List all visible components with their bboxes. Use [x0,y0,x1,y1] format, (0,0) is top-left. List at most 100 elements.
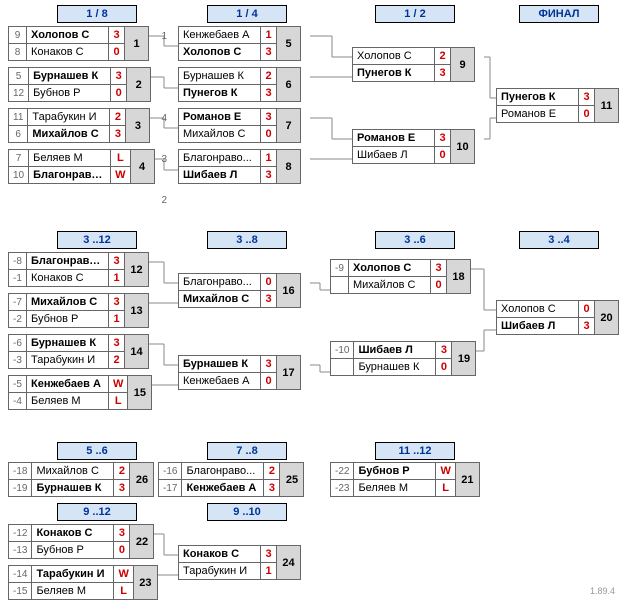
player-score: 2 [114,463,130,480]
player-name: Конаков С [27,270,109,287]
player-score: 3 [111,68,127,85]
match-10[interactable]: Романов Е310Шибаев Л0 [352,129,475,164]
player-name: Бурнашев К [179,356,261,373]
player-score: 0 [261,126,277,143]
player-score: 0 [109,44,125,61]
player-name: Бубнов Р [32,542,114,559]
player-name: Романов Е [497,106,579,123]
seed-cell: -10 [331,342,354,359]
match-number: 17 [277,356,301,390]
match-4[interactable]: 7Беляев МL410Благонраво...W [8,149,155,184]
match-20[interactable]: Холопов С020Шибаев Л3 [496,300,619,335]
match-number: 22 [130,525,154,559]
match-25[interactable]: -16Благонраво...225-17Кенжебаев А3 [158,462,304,497]
match-23[interactable]: -14Тарабукин ИW23-15Беляев МL [8,565,158,600]
player-name: Михайлов С [28,126,110,143]
player-score: 1 [109,311,125,328]
player-score: 3 [261,356,277,373]
match-number: 12 [125,253,149,287]
seed-cell: -9 [331,260,349,277]
player-score: 2 [435,48,451,65]
match-5[interactable]: Кенжебаев А15Холопов С3 [178,26,301,61]
seed-cell: 6 [9,126,28,143]
seed-cell: -3 [9,352,27,369]
match-22[interactable]: -12Конаков С322-13Бубнов Р0 [8,524,154,559]
seed-cell: -2 [9,311,27,328]
seed-cell: -4 [9,393,27,410]
player-name: Благонраво... [179,274,261,291]
player-name: Кенжебаев А [179,27,261,44]
seed-cell: -18 [9,463,32,480]
stage-label-s36: 3 ..6 [375,231,455,249]
player-name: Беляев М [27,393,109,410]
match-8[interactable]: Благонраво...18Шибаев Л3 [178,149,301,184]
player-name: Холопов С [497,301,579,318]
player-score: 3 [110,126,126,143]
match-24[interactable]: Конаков С324Тарабукин И1 [178,545,301,580]
player-score: 3 [264,480,280,497]
player-score: 2 [264,463,280,480]
match-21[interactable]: -22Бубнов РW21-23Беляев МL [330,462,480,497]
player-name: Благонраво... [179,150,261,167]
player-name: Холопов С [179,44,261,61]
player-score: 2 [110,109,126,126]
player-name: Холопов С [349,260,431,277]
player-name: Михайлов С [179,126,261,143]
player-score: 1 [109,270,125,287]
match-11[interactable]: Пунегов К311Романов Е0 [496,88,619,123]
player-score: 2 [261,68,277,85]
player-score: 0 [261,373,277,390]
player-score: 3 [436,342,452,359]
seed-cell: -8 [9,253,27,270]
match-number: 7 [277,109,301,143]
player-name: Романов Е [353,130,435,147]
match-6[interactable]: Бурнашев К26Пунегов К3 [178,67,301,102]
match-1[interactable]: 9Холопов С318Конаков С0 [8,26,149,61]
player-score: L [111,150,130,167]
seed-cell: -7 [9,294,27,311]
player-name: Шибаев Л [354,342,436,359]
player-name: Тарабукин И [27,352,109,369]
player-name: Холопов С [353,48,435,65]
seed-cell: 10 [9,167,29,184]
player-score: 3 [109,294,125,311]
player-score: 0 [579,301,595,318]
match-15[interactable]: -5Кенжебаев АW15-4Беляев МL [8,375,152,410]
seed-marker: 1 [151,31,167,42]
player-name: Кенжебаев А [27,376,109,393]
match-3[interactable]: 11Тарабукин И236Михайлов С3 [8,108,150,143]
seed-cell: -14 [9,566,32,583]
match-18[interactable]: -9Холопов С318Михайлов С0 [330,259,471,294]
player-name: Холопов С [27,27,109,44]
player-name: Беляев М [32,583,114,600]
match-17[interactable]: Бурнашев К317Кенжебаев А0 [178,355,301,390]
player-score: L [114,583,133,600]
seed-cell [331,277,349,294]
seed-cell: -13 [9,542,32,559]
seed-cell: -5 [9,376,27,393]
player-name: Михайлов С [179,291,261,308]
match-2[interactable]: 5Бурнашев К3212Бубнов Р0 [8,67,151,102]
match-9[interactable]: Холопов С29Пунегов К3 [352,47,475,82]
match-number: 21 [455,463,479,497]
match-26[interactable]: -18Михайлов С226-19Бурнашев К3 [8,462,154,497]
player-name: Пунегов К [179,85,261,102]
match-13[interactable]: -7Михайлов С313-2Бубнов Р1 [8,293,149,328]
match-12[interactable]: -8Благонраво...312-1Конаков С1 [8,252,149,287]
player-name: Шибаев Л [179,167,261,184]
player-name: Конаков С [32,525,114,542]
match-7[interactable]: Романов Е37Михайлов С0 [178,108,301,143]
player-name: Благонраво... [182,463,264,480]
player-name: Бурнашев К [179,68,261,85]
match-14[interactable]: -6Бурнашев К314-3Тарабукин И2 [8,334,149,369]
player-name: Бурнашев К [27,335,109,352]
match-16[interactable]: Благонраво...016Михайлов С3 [178,273,301,308]
player-name: Михайлов С [32,463,114,480]
match-number: 18 [447,260,471,294]
match-19[interactable]: -10Шибаев Л319Бурнашев К0 [330,341,476,376]
stage-label-s34: 3 ..4 [519,231,599,249]
player-name: Бубнов Р [29,85,111,102]
player-score: 3 [109,335,125,352]
seed-cell: 8 [9,44,27,61]
seed-cell: 12 [9,85,29,102]
